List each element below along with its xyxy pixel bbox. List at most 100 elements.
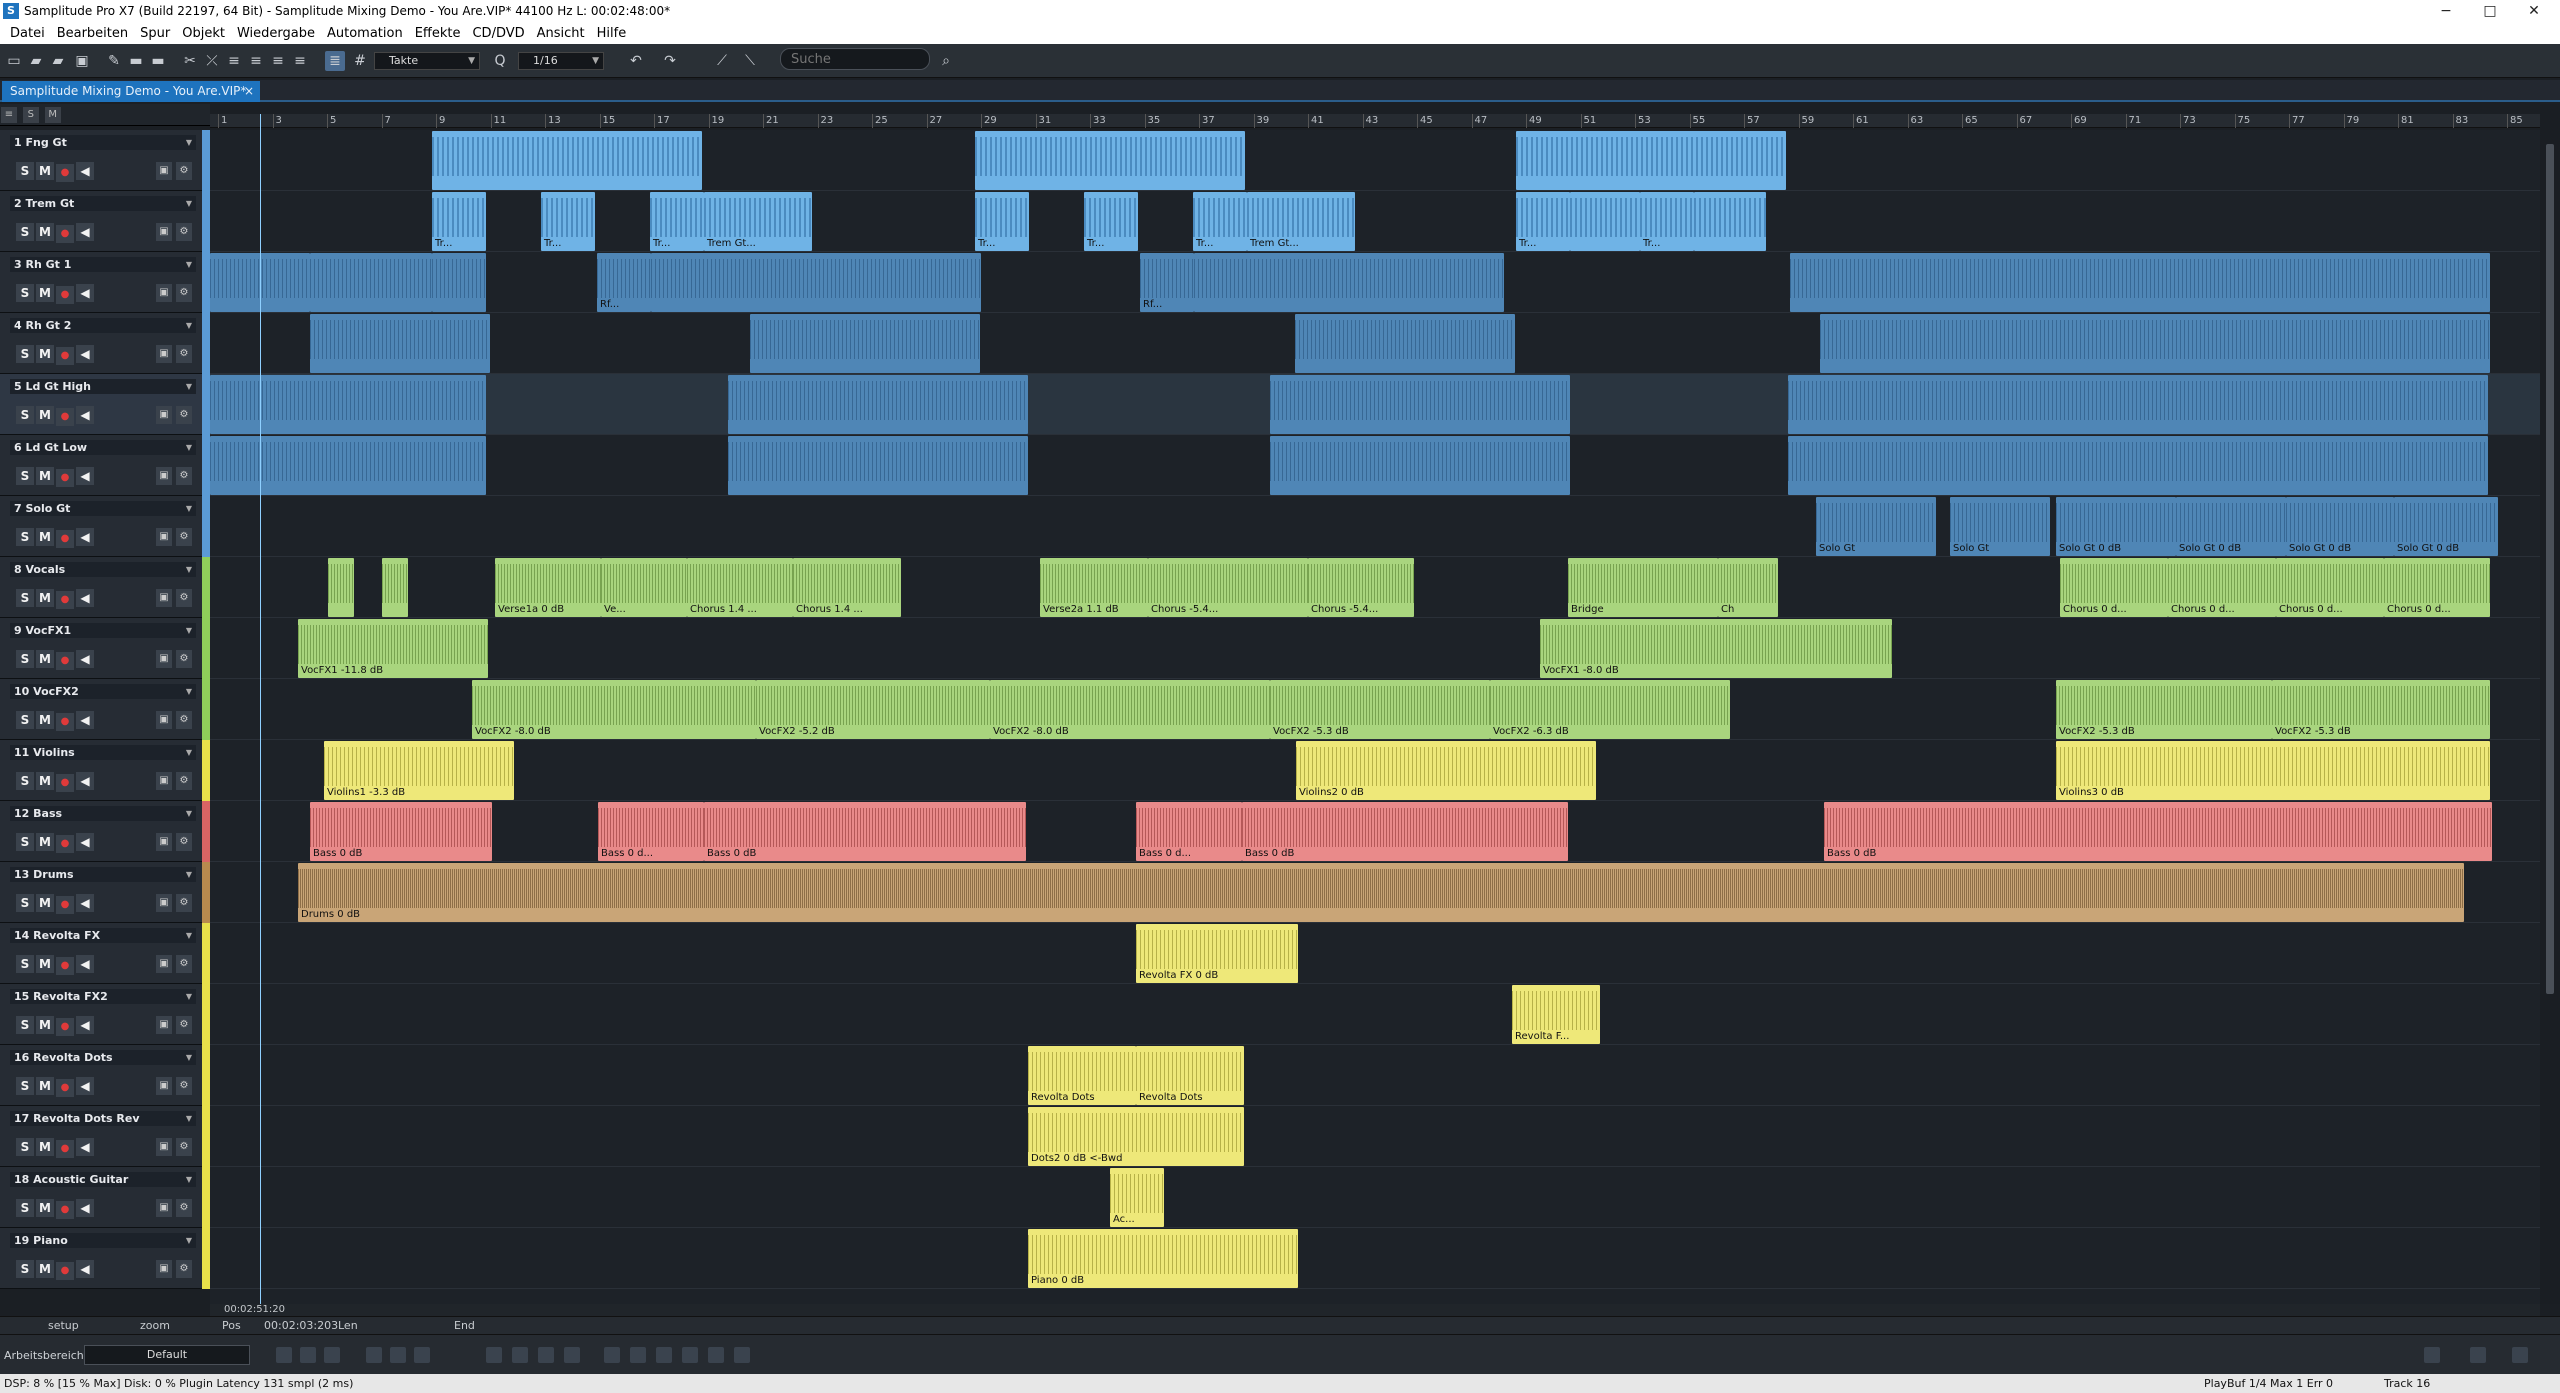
save-icon[interactable]: ▣ xyxy=(72,51,92,71)
track-header[interactable]: 18 Acoustic Guitar ▼ S M ● ◀ ▣ ⚙ xyxy=(0,1167,210,1228)
menu-wiedergabe[interactable]: Wiedergabe xyxy=(231,26,321,41)
chevron-down-icon[interactable]: ▼ xyxy=(186,989,192,1004)
track-header[interactable]: 13 Drums ▼ S M ● ◀ ▣ ⚙ xyxy=(0,862,210,923)
solo-button[interactable]: S xyxy=(16,1199,34,1217)
mixer-icon[interactable] xyxy=(300,1347,316,1363)
setup-label[interactable]: setup xyxy=(48,1319,79,1332)
track-name[interactable]: 2 Trem Gt ▼ xyxy=(10,196,196,211)
audio-clip[interactable] xyxy=(1270,436,1570,495)
align-center-icon[interactable]: ≡ xyxy=(246,51,266,71)
track-lane[interactable] xyxy=(210,1228,2540,1289)
redo-icon[interactable]: ↷ xyxy=(660,51,680,71)
search-input[interactable] xyxy=(780,48,930,70)
lock-icon[interactable]: ▣ xyxy=(156,1138,172,1156)
keyboard-icon[interactable] xyxy=(324,1347,340,1363)
fx-settings-icon[interactable]: ⚙ xyxy=(176,1138,192,1156)
close-tab-icon[interactable]: × xyxy=(244,81,254,102)
track-header[interactable]: 7 Solo Gt ▼ S M ● ◀ ▣ ⚙ xyxy=(0,496,210,557)
lock-icon[interactable]: ▣ xyxy=(156,1260,172,1278)
chevron-down-icon[interactable]: ▼ xyxy=(186,318,192,333)
track-header[interactable]: 14 Revolta FX ▼ S M ● ◀ ▣ ⚙ xyxy=(0,923,210,984)
audio-clip[interactable]: Bridge xyxy=(1568,558,1718,617)
fx-settings-icon[interactable]: ⚙ xyxy=(176,406,192,424)
track-header[interactable]: 3 Rh Gt 1 ▼ S M ● ◀ ▣ ⚙ xyxy=(0,252,210,313)
workspace-select[interactable]: Default xyxy=(84,1345,250,1365)
record-arm-icon[interactable]: ● xyxy=(56,347,74,365)
audio-clip[interactable]: Tr... xyxy=(1516,192,1570,251)
chevron-down-icon[interactable]: ▼ xyxy=(186,1050,192,1065)
monitor-icon[interactable]: ◀ xyxy=(76,589,94,607)
monitor-icon[interactable]: ◀ xyxy=(76,1016,94,1034)
audio-clip[interactable]: Bass 0 dB xyxy=(704,802,1026,861)
lock-icon[interactable]: ▣ xyxy=(156,1016,172,1034)
audio-clip[interactable]: Solo Gt 0 dB xyxy=(2286,497,2394,556)
audio-clip[interactable]: Tr... xyxy=(1640,192,1694,251)
mute-button[interactable]: M xyxy=(36,955,54,973)
monitor-icon[interactable]: ◀ xyxy=(76,1260,94,1278)
chevron-down-icon[interactable]: ▼ xyxy=(186,806,192,821)
audio-clip[interactable]: Revolta Dots xyxy=(1136,1046,1244,1105)
menu-objekt[interactable]: Objekt xyxy=(176,26,231,41)
align-left-icon[interactable]: ≡ xyxy=(224,51,244,71)
record-arm-icon[interactable]: ● xyxy=(56,469,74,487)
track-name[interactable]: 7 Solo Gt ▼ xyxy=(10,501,196,516)
monitor-icon[interactable]: ◀ xyxy=(76,528,94,546)
track-lane[interactable] xyxy=(210,1167,2540,1228)
search-icon[interactable]: ⌕ xyxy=(936,51,956,71)
scrub-icon[interactable]: ⟍ xyxy=(740,51,760,71)
audio-clip[interactable] xyxy=(1194,253,1504,312)
chevron-down-icon[interactable]: ▼ xyxy=(186,684,192,699)
spectrum-icon[interactable] xyxy=(708,1347,724,1363)
monitor-icon[interactable]: ◀ xyxy=(76,162,94,180)
audio-clip[interactable] xyxy=(1295,314,1515,373)
track-name[interactable]: 9 VocFX1 ▼ xyxy=(10,623,196,638)
audio-clip[interactable]: Ve... xyxy=(601,558,687,617)
track-name[interactable]: 11 Violins ▼ xyxy=(10,745,196,760)
record-arm-icon[interactable]: ● xyxy=(56,286,74,304)
lock-icon[interactable]: ▣ xyxy=(156,589,172,607)
audio-clip[interactable] xyxy=(750,314,980,373)
track-menu-icon[interactable]: ≡ xyxy=(1,107,17,123)
monitor-icon[interactable]: ◀ xyxy=(76,223,94,241)
menu-hilfe[interactable]: Hilfe xyxy=(591,26,633,41)
audio-clip[interactable]: Chorus 0 d... xyxy=(2276,558,2384,617)
metronome-icon[interactable] xyxy=(538,1347,554,1363)
audio-clip[interactable] xyxy=(1788,436,2488,495)
align-right-icon[interactable]: ≡ xyxy=(268,51,288,71)
menu-ansicht[interactable]: Ansicht xyxy=(531,26,591,41)
mute-all-button[interactable]: M xyxy=(44,107,61,123)
menu-cd-dvd[interactable]: CD/DVD xyxy=(466,26,530,41)
chevron-down-icon[interactable]: ▼ xyxy=(186,1233,192,1248)
track-header[interactable]: 11 Violins ▼ S M ● ◀ ▣ ⚙ xyxy=(0,740,210,801)
lock-icon[interactable]: ▣ xyxy=(156,1077,172,1095)
track-name[interactable]: 6 Ld Gt Low ▼ xyxy=(10,440,196,455)
lock-icon[interactable]: ▣ xyxy=(156,467,172,485)
solo-button[interactable]: S xyxy=(16,589,34,607)
audio-clip[interactable] xyxy=(1516,131,1786,190)
audio-clip[interactable] xyxy=(210,375,486,434)
quantize-select[interactable]: 1/16 ▼ xyxy=(518,52,604,70)
track-header[interactable]: 16 Revolta Dots ▼ S M ● ◀ ▣ ⚙ xyxy=(0,1045,210,1106)
audio-clip[interactable]: VocFX1 -8.0 dB xyxy=(1540,619,1892,678)
audio-clip[interactable] xyxy=(1820,314,2490,373)
audio-clip[interactable]: Chorus 0 d... xyxy=(2384,558,2490,617)
fx-settings-icon[interactable]: ⚙ xyxy=(176,589,192,607)
track-lane[interactable] xyxy=(210,618,2540,679)
audio-clip[interactable]: Verse2a 1.1 dB xyxy=(1040,558,1148,617)
audio-clip[interactable]: Drums 0 dB xyxy=(298,863,2464,922)
chevron-down-icon[interactable]: ▼ xyxy=(186,135,192,150)
audio-clip[interactable]: Bass 0 dB xyxy=(310,802,492,861)
audio-clip[interactable]: VocFX2 -5.2 dB xyxy=(756,680,990,739)
audio-clip[interactable]: Revolta F... xyxy=(1512,985,1600,1044)
audio-clip[interactable] xyxy=(975,131,1245,190)
audio-clip[interactable]: Chorus 0 d... xyxy=(2168,558,2276,617)
track-header[interactable]: 2 Trem Gt ▼ S M ● ◀ ▣ ⚙ xyxy=(0,191,210,252)
record-arm-icon[interactable]: ● xyxy=(56,835,74,853)
record-arm-icon[interactable]: ● xyxy=(56,530,74,548)
audio-clip[interactable] xyxy=(1270,375,1570,434)
track-name[interactable]: 15 Revolta FX2 ▼ xyxy=(10,989,196,1004)
solo-all-button[interactable]: S xyxy=(22,107,39,123)
mute-button[interactable]: M xyxy=(36,711,54,729)
audio-clip[interactable]: VocFX2 -8.0 dB xyxy=(990,680,1270,739)
track-header[interactable]: 6 Ld Gt Low ▼ S M ● ◀ ▣ ⚙ xyxy=(0,435,210,496)
